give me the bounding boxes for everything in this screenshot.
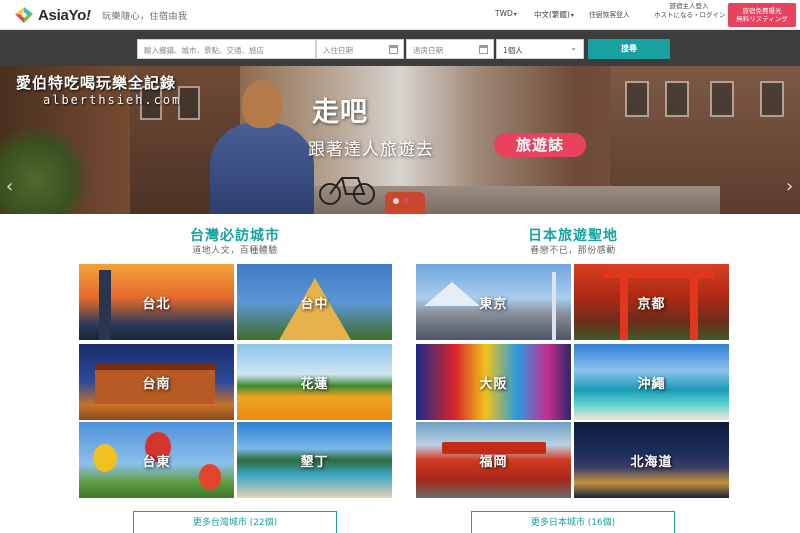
host-jp-line2: ホストになる・ログイン [654,10,726,19]
checkin-input[interactable]: 入住日期 [316,39,404,59]
city-label: 台東 [142,454,171,470]
city-label: 福岡 [479,454,508,470]
checkout-input[interactable]: 退房日期 [406,39,494,59]
city-label: 大阪 [479,376,508,392]
search-button[interactable]: 搜尋 [588,39,670,59]
hero-window [710,81,734,117]
host-jp-line1: 旅宿主人登入 [669,2,709,10]
city-label: 京都 [637,296,666,312]
city-tile-taipei[interactable]: 台北 [79,264,234,340]
destination-placeholder: 輸入鄉鎮、城市、景點、交通、旅店 [144,46,264,55]
currency-dropdown[interactable]: TWD▾ [495,9,517,18]
city-tile-kenting[interactable]: 墾丁 [237,422,392,498]
bicycle-icon [319,177,375,205]
guests-value: 1個人 [503,46,523,55]
calendar-icon [479,45,488,54]
carousel-prev-icon[interactable]: ‹ [6,176,13,197]
hero-subtitle: 跟著達人旅遊去 [308,140,434,160]
city-tile-hokkaido[interactable]: 北海道 [574,422,729,498]
more-japan-cities-button[interactable]: 更多日本城市 (16個) [471,511,675,533]
city-tile-hualien[interactable]: 花蓮 [237,344,392,420]
currency-label: TWD [495,9,513,18]
travel-magazine-button[interactable]: 旅遊誌 [494,133,586,157]
taiwan-section-title: 台灣必訪城市 [190,228,280,244]
hero-tree [0,126,90,214]
hero-traveler [200,66,320,214]
city-tile-osaka[interactable]: 大阪 [416,344,571,420]
carousel-dot[interactable] [393,198,399,204]
cta-line1: 旅宿免費曝光 [742,7,782,15]
logo-text: AsiaYo! [38,6,91,24]
language-dropdown[interactable]: 中文(繁體)▾ [534,9,574,20]
hero-window [760,81,784,117]
free-listing-button[interactable]: 旅宿免費曝光 無料リスティング [728,3,796,27]
city-tile-fukuoka[interactable]: 福岡 [416,422,571,498]
traveler-hair [242,80,282,128]
more-taiwan-cities-button[interactable]: 更多台灣城市 (22個) [133,511,337,533]
destination-input[interactable]: 輸入鄉鎮、城市、景點、交通、旅店 [137,39,316,59]
city-label: 台北 [142,296,171,312]
top-nav: AsiaYo! 玩樂隨心，住宿由我 TWD▾ 中文(繁體)▾ 住宿恢客登入 旅宿… [0,0,800,30]
city-label: 墾丁 [300,454,329,470]
carousel-dots [393,198,409,204]
guests-select[interactable]: 1個人 ⌄ [496,39,584,59]
chevron-down-icon: ▾ [513,11,517,18]
calendar-icon [389,45,398,54]
city-tile-taichung[interactable]: 台中 [237,264,392,340]
japan-section-title: 日本旅遊聖地 [528,228,618,244]
city-tile-okinawa[interactable]: 沖繩 [574,344,729,420]
city-tile-tainan[interactable]: 台南 [79,344,234,420]
cta-line2: 無料リスティング [736,15,788,23]
city-tile-kyoto[interactable]: 京都 [574,264,729,340]
hero-window [625,81,649,117]
checkin-placeholder: 入住日期 [323,46,353,55]
city-label: 沖繩 [637,376,666,392]
city-label: 台中 [300,296,329,312]
watermark-url: alberthsieh.com [43,93,182,107]
city-label: 花蓮 [300,376,329,392]
logo-mark-icon [14,6,34,24]
watermark-name: 愛伯特吃喝玩樂全記錄 [16,74,177,92]
slogan: 玩樂隨心，住宿由我 [102,12,188,22]
city-label: 台南 [142,376,171,392]
city-tile-tokyo[interactable]: 東京 [416,264,571,340]
japan-section-subtitle: 眷戀不已，那份感動 [530,246,616,256]
checkout-placeholder: 退房日期 [413,46,443,55]
hero-window [665,81,689,117]
asiayo-logo[interactable]: AsiaYo! [14,5,91,25]
city-label: 東京 [479,296,508,312]
chevron-down-icon: ▾ [570,12,574,19]
taiwan-section-subtitle: 道地人文，百種體驗 [192,246,278,256]
city-label: 北海道 [630,454,673,470]
search-bar: 輸入鄉鎮、城市、景點、交通、旅店 入住日期 退房日期 1個人 ⌄ 搜尋 [0,30,800,66]
traveler-jacket [210,122,314,214]
carousel-next-icon[interactable]: › [786,176,793,197]
city-tile-taitung[interactable]: 台東 [79,422,234,498]
chevron-down-icon: ⌄ [570,43,577,52]
carousel-dot-active[interactable] [403,198,409,204]
language-label: 中文(繁體) [534,10,570,19]
host-jp-link[interactable]: 旅宿主人登入 ホストになる・ログイン [654,2,726,19]
hero-title: 走吧 [312,97,368,128]
host-login-link[interactable]: 住宿恢客登入 [589,9,630,19]
